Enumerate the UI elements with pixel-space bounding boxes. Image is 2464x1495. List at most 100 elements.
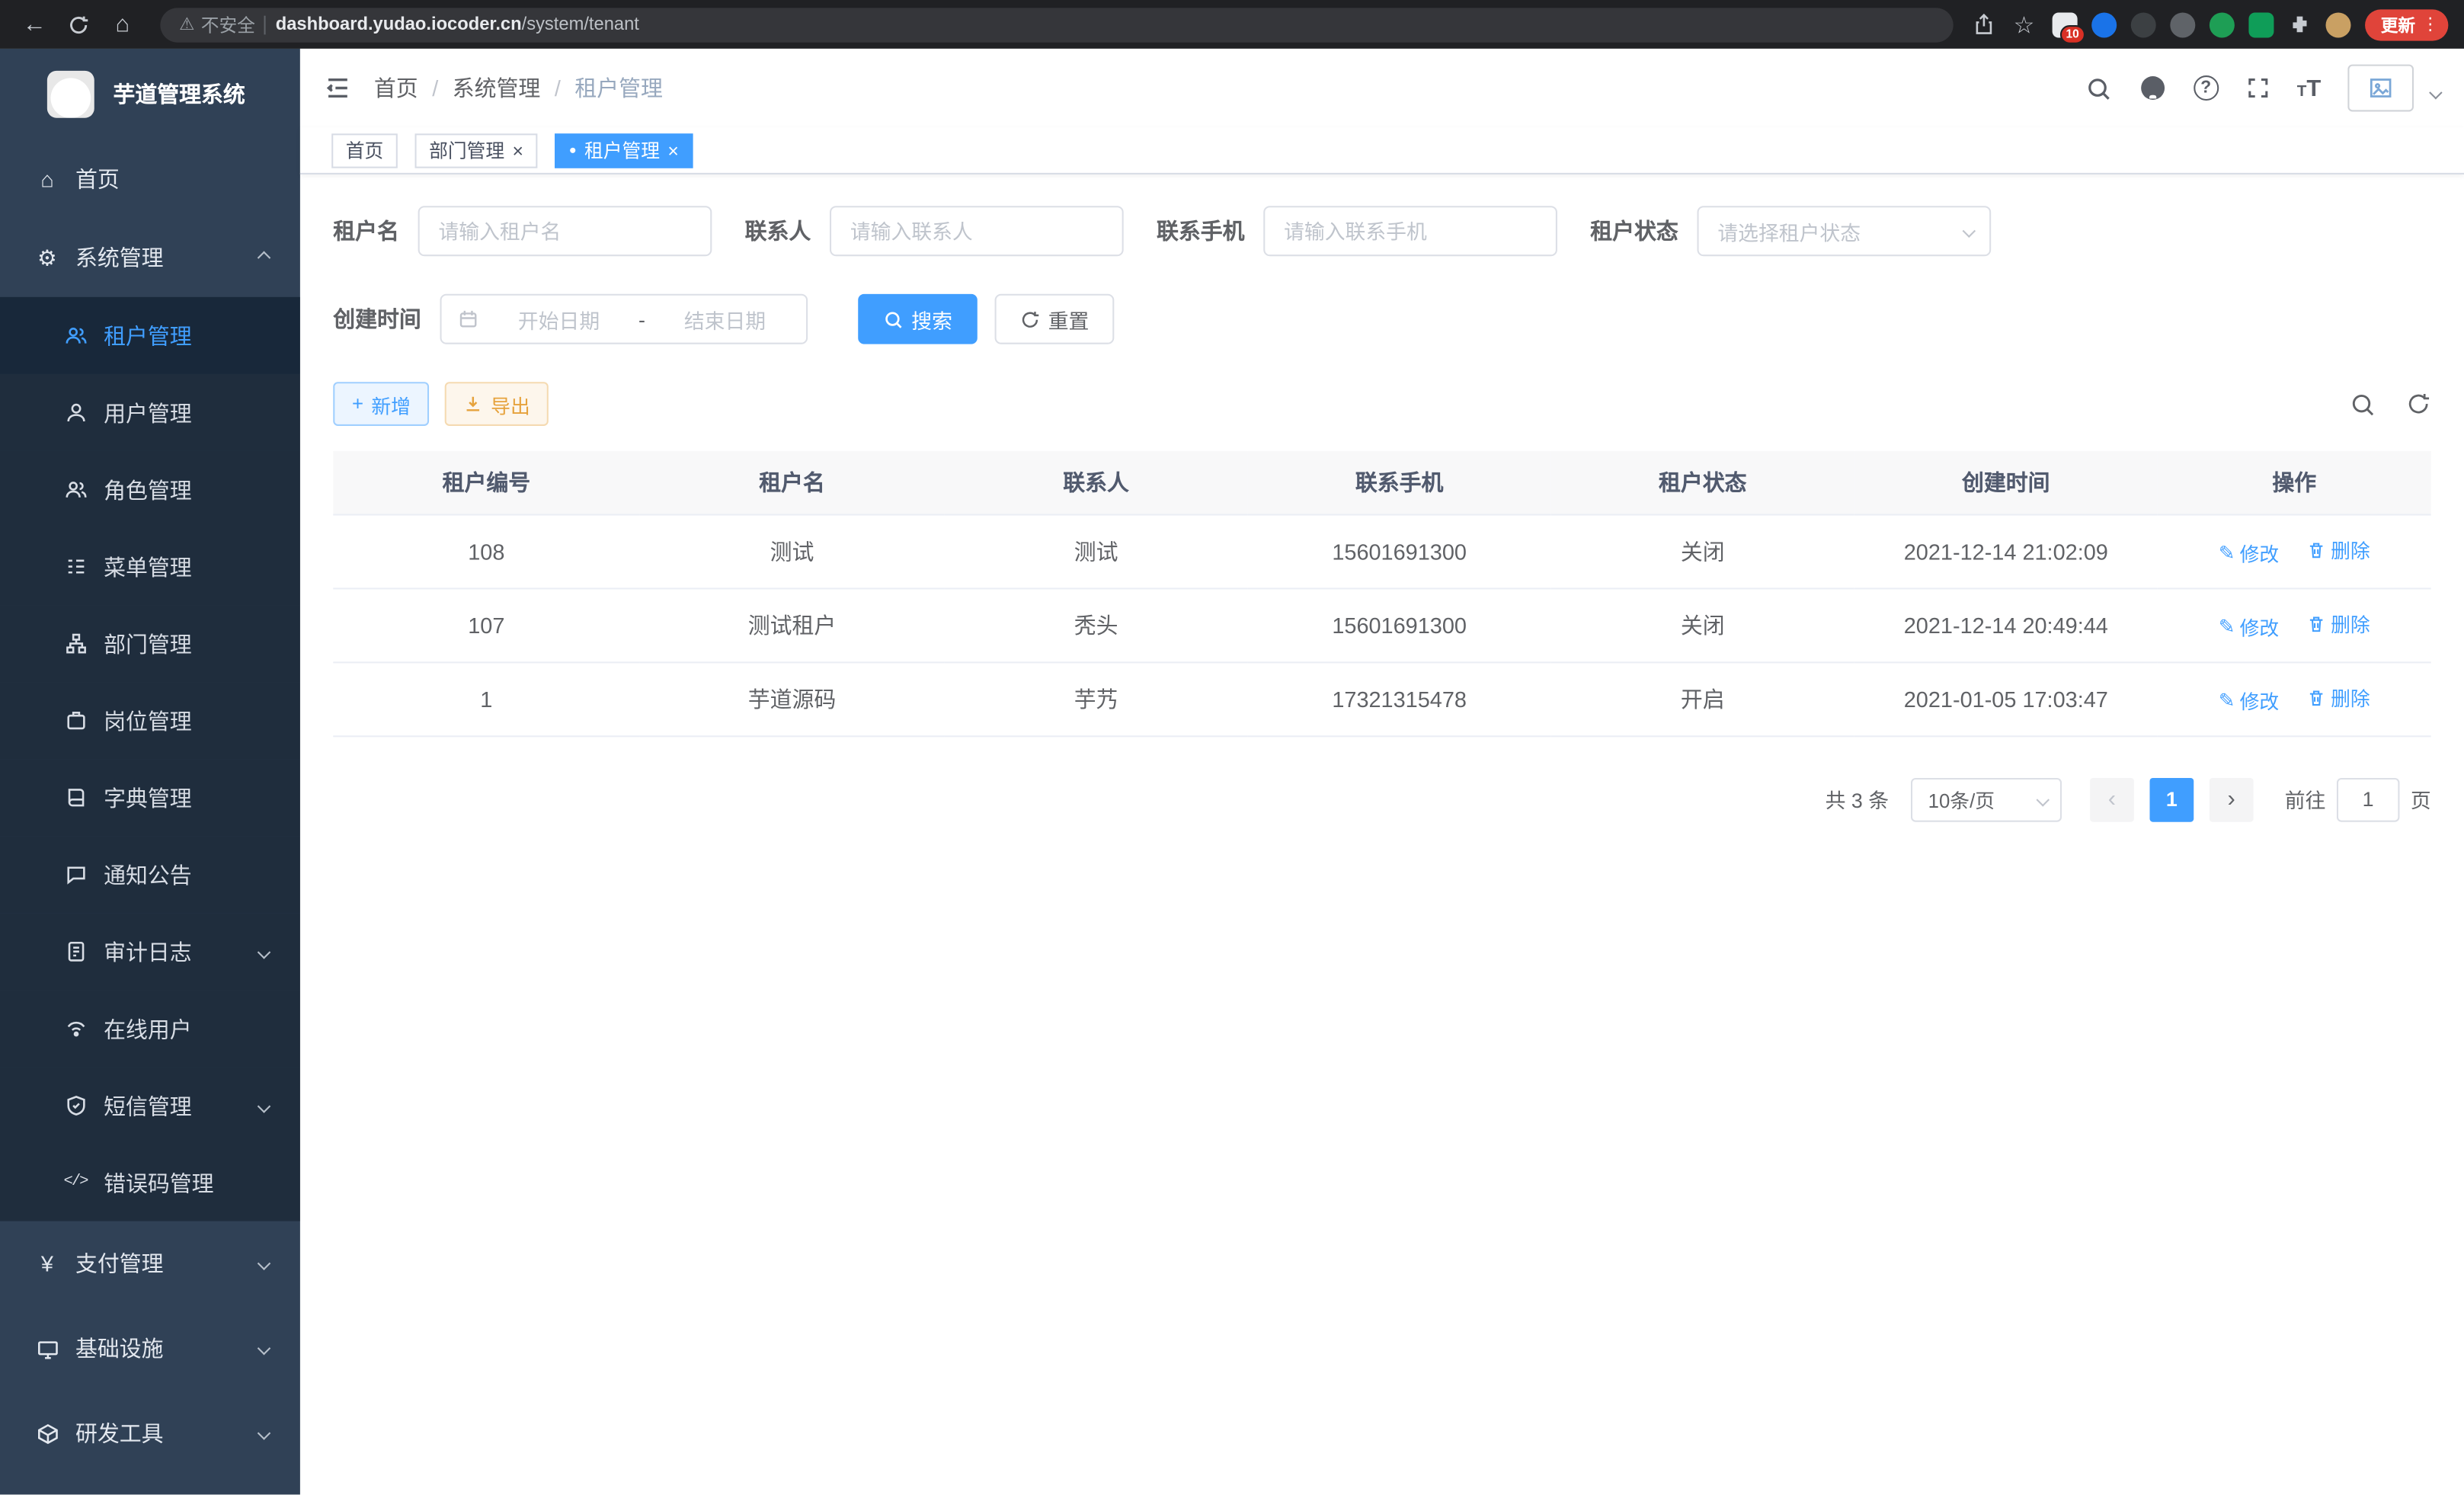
tenant-table: 租户编号 租户名 联系人 联系手机 租户状态 创建时间 操作 108 测试 xyxy=(333,451,2430,736)
total-count: 共 3 条 xyxy=(1826,784,1889,814)
sidebar-item-sms[interactable]: 短信管理 xyxy=(0,1067,300,1144)
avatar-dropdown-caret[interactable] xyxy=(2431,77,2440,105)
extension-icon[interactable] xyxy=(2170,11,2195,37)
reload-button[interactable] xyxy=(59,5,98,43)
url-text[interactable]: dashboard.yudao.iocoder.cn/system/tenant xyxy=(276,15,639,34)
font-size-icon[interactable]: TT xyxy=(2297,75,2322,101)
mobile-input[interactable] xyxy=(1263,206,1557,256)
button-label: 重置 xyxy=(1048,304,1090,334)
cell-actions: ✎修改 删除 xyxy=(2158,514,2431,587)
reset-button[interactable]: 重置 xyxy=(995,294,1115,344)
delete-link[interactable]: 删除 xyxy=(2307,683,2370,712)
edit-link[interactable]: ✎修改 xyxy=(2219,611,2279,641)
cell-contact: 测试 xyxy=(945,514,1248,587)
col-header: 租户编号 xyxy=(333,451,639,514)
add-button[interactable]: + 新增 xyxy=(333,382,429,426)
user-avatar[interactable] xyxy=(2347,65,2414,112)
sidebar-item-label: 审计日志 xyxy=(104,936,192,967)
sidebar-item-error-code[interactable]: </> 错误码管理 xyxy=(0,1144,300,1221)
extensions-puzzle-icon[interactable] xyxy=(2288,13,2312,37)
tag-dept[interactable]: 部门管理 × xyxy=(415,133,538,167)
edit-link[interactable]: ✎修改 xyxy=(2219,537,2279,567)
toggle-search-icon[interactable] xyxy=(2349,391,2376,418)
github-icon[interactable] xyxy=(2138,74,2166,102)
sidebar-item-post[interactable]: 岗位管理 xyxy=(0,682,300,759)
link-label: 修改 xyxy=(2240,611,2280,641)
sidebar-item-tenant[interactable]: 租户管理 xyxy=(0,297,300,374)
fullscreen-icon[interactable] xyxy=(2245,75,2270,101)
status-select[interactable]: 请选择租户状态 xyxy=(1698,206,1992,256)
back-button[interactable]: ← xyxy=(16,5,54,43)
back-icon: ← xyxy=(23,11,46,37)
app-logo[interactable]: 芋道管理系统 xyxy=(0,49,300,140)
help-icon[interactable]: ? xyxy=(2194,75,2219,101)
tag-label: 部门管理 xyxy=(429,136,504,163)
sidebar-item-home[interactable]: ⌂ 首页 xyxy=(0,140,300,219)
breadcrumb-home[interactable]: 首页 xyxy=(374,72,418,104)
breadcrumb-system[interactable]: 系统管理 xyxy=(453,72,541,104)
bookmark-star-icon[interactable]: ☆ xyxy=(2010,5,2038,43)
update-label: 更新 xyxy=(2381,11,2415,37)
export-button[interactable]: 导出 xyxy=(445,382,549,426)
share-icon[interactable] xyxy=(1972,13,1995,37)
extension-icon[interactable] xyxy=(2091,11,2117,37)
address-bar[interactable]: ⚠ 不安全 dashboard.yudao.iocoder.cn/system/… xyxy=(160,7,1953,41)
cell-created: 2021-12-14 21:02:09 xyxy=(1854,514,2158,587)
sidebar-item-system[interactable]: ⚙ 系统管理 xyxy=(0,219,300,297)
page-size-select[interactable]: 10条/页 xyxy=(1911,777,2062,821)
gear-icon: ⚙ xyxy=(34,245,59,271)
next-page-button[interactable]: › xyxy=(2210,777,2254,821)
delete-link[interactable]: 删除 xyxy=(2307,609,2370,639)
button-label: 导出 xyxy=(491,389,530,418)
profile-avatar[interactable] xyxy=(2326,11,2351,37)
extension-icon[interactable] xyxy=(2131,11,2156,37)
table-toolbar: + 新增 导出 xyxy=(333,382,2430,426)
tenant-name-input[interactable] xyxy=(418,206,712,256)
prev-page-button[interactable]: ‹ xyxy=(2090,777,2134,821)
sidebar-item-audit-log[interactable]: 审计日志 xyxy=(0,913,300,990)
sidebar-item-notice[interactable]: 通知公告 xyxy=(0,836,300,913)
search-icon[interactable] xyxy=(2085,75,2111,101)
image-placeholder-icon xyxy=(2368,75,2393,101)
sidebar-item-dict[interactable]: 字典管理 xyxy=(0,759,300,836)
page-unit-label: 页 xyxy=(2411,784,2431,814)
link-label: 删除 xyxy=(2331,609,2370,639)
sidebar-item-user[interactable]: 用户管理 xyxy=(0,374,300,451)
extension-icon[interactable]: 10 xyxy=(2053,11,2078,37)
code-icon: </> xyxy=(63,1174,88,1192)
sidebar-item-online-user[interactable]: 在线用户 xyxy=(0,990,300,1067)
security-label: 不安全 xyxy=(201,11,255,37)
page-number-button[interactable]: 1 xyxy=(2149,777,2194,821)
user-icon xyxy=(63,401,88,424)
extension-icon[interactable] xyxy=(2210,11,2235,37)
tag-tenant[interactable]: ● 租户管理 × xyxy=(555,133,693,167)
close-icon[interactable]: × xyxy=(512,141,523,160)
cell-created: 2021-01-05 17:03:47 xyxy=(1854,661,2158,735)
tag-home[interactable]: 首页 xyxy=(331,133,398,167)
update-button[interactable]: 更新 ⋮ xyxy=(2365,8,2448,40)
sidebar-item-menu[interactable]: 菜单管理 xyxy=(0,528,300,605)
link-label: 删除 xyxy=(2331,683,2370,712)
goto-page-input[interactable] xyxy=(2337,777,2400,821)
extension-badge: 10 xyxy=(2059,24,2085,43)
contact-input[interactable] xyxy=(830,206,1124,256)
security-indicator[interactable]: ⚠ 不安全 xyxy=(179,11,255,37)
fold-sidebar-icon[interactable] xyxy=(324,74,352,102)
date-range-picker[interactable]: 开始日期 - 结束日期 xyxy=(440,294,808,344)
extension-icon[interactable] xyxy=(2248,11,2274,37)
sidebar-item-dept[interactable]: 部门管理 xyxy=(0,605,300,682)
sidebar-item-role[interactable]: 角色管理 xyxy=(0,451,300,528)
delete-link[interactable]: 删除 xyxy=(2307,535,2370,565)
sidebar-item-pay[interactable]: ¥ 支付管理 xyxy=(0,1221,300,1306)
col-header: 租户名 xyxy=(639,451,944,514)
button-label: 搜索 xyxy=(911,304,952,334)
url-domain: dashboard.yudao.iocoder.cn xyxy=(276,15,522,34)
search-button[interactable]: 搜索 xyxy=(858,294,978,344)
sidebar-item-infra[interactable]: 基础设施 xyxy=(0,1306,300,1391)
refresh-icon[interactable] xyxy=(2406,392,2431,417)
sidebar-item-dev-tools[interactable]: 研发工具 xyxy=(0,1391,300,1475)
edit-link[interactable]: ✎修改 xyxy=(2219,685,2279,715)
trash-icon xyxy=(2307,688,2326,707)
close-icon[interactable]: × xyxy=(667,141,678,160)
home-button[interactable]: ⌂ xyxy=(104,5,142,43)
